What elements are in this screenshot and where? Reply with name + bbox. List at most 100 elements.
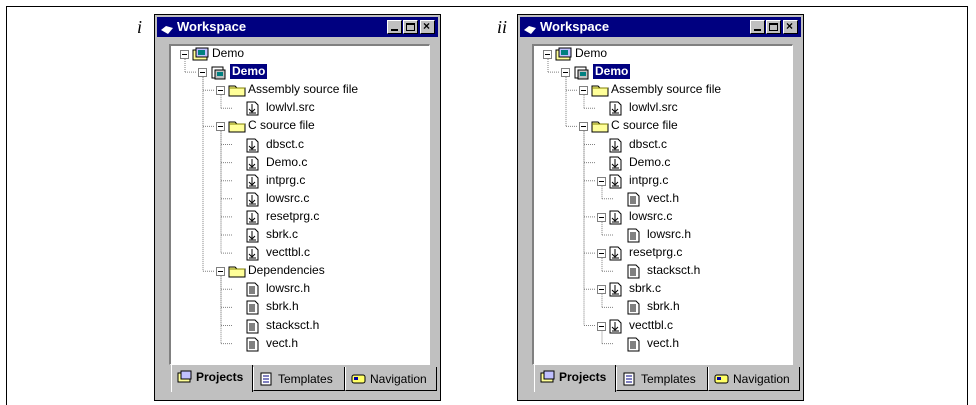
srcfile-icon — [609, 156, 623, 176]
navigation-tab-icon — [714, 371, 730, 393]
project-tree[interactable]: Demo Demo Assembly source file lowlvl.src C … — [532, 44, 793, 365]
title-bar[interactable]: Workspace × — [157, 17, 438, 37]
srcfile-icon — [246, 138, 260, 158]
collapse-toggle[interactable] — [597, 176, 606, 186]
close-icon: × — [786, 19, 794, 33]
tree-item-label[interactable]: Assembly source file — [611, 82, 721, 97]
tree-item-label[interactable]: Demo.c — [266, 155, 307, 170]
collapse-toggle[interactable] — [597, 321, 606, 331]
tab-navigation[interactable]: Navigation — [345, 367, 437, 391]
tab-label: Templates — [641, 372, 696, 386]
tab-projects[interactable]: Projects — [171, 365, 253, 392]
project-icon — [210, 65, 228, 85]
tree-item-label[interactable]: intprg.c — [629, 173, 668, 188]
project-icon — [573, 65, 591, 85]
collapse-toggle[interactable] — [180, 50, 189, 59]
title-bar[interactable]: Workspace × — [520, 17, 801, 37]
workspace-icon — [161, 22, 173, 34]
close-button[interactable]: × — [783, 19, 798, 34]
collapse-toggle[interactable] — [216, 122, 225, 132]
minimize-icon — [391, 29, 398, 31]
tab-projects[interactable]: Projects — [534, 365, 616, 392]
tree-item-label[interactable]: vect.h — [647, 336, 679, 351]
tree-item-label[interactable]: C source file — [248, 118, 315, 133]
tree-item-label[interactable]: Demo — [593, 64, 631, 80]
close-button[interactable]: × — [420, 19, 435, 34]
maximize-icon — [406, 23, 415, 31]
tree-item-label[interactable]: dbsct.c — [266, 137, 304, 152]
folder-icon — [228, 119, 246, 138]
collapse-toggle[interactable] — [216, 267, 225, 277]
collapse-toggle[interactable] — [216, 86, 225, 96]
hfile-icon — [627, 337, 641, 357]
tree-item-label[interactable]: intprg.c — [266, 173, 305, 188]
srcfile-icon — [246, 156, 260, 176]
tab-templates[interactable]: Templates — [253, 367, 345, 391]
tree-item-label[interactable]: Demo.c — [629, 155, 670, 170]
tree-item-label[interactable]: resetprg.c — [629, 245, 682, 260]
srcfile-icon — [609, 282, 623, 302]
tab-label: Projects — [196, 370, 244, 384]
templates-tab-icon — [259, 371, 275, 393]
hfile-icon — [246, 300, 260, 320]
tree-item-label[interactable]: Demo — [230, 64, 268, 80]
minimize-button[interactable] — [750, 20, 765, 34]
tab-strip: Projects Templates Navigation — [169, 365, 437, 395]
tab-navigation[interactable]: Navigation — [708, 367, 800, 391]
collapse-toggle[interactable] — [198, 68, 207, 78]
collapse-toggle[interactable] — [597, 285, 606, 295]
tab-strip: Projects Templates Navigation — [532, 365, 800, 395]
tab-templates[interactable]: Templates — [616, 367, 708, 391]
tree-item-label[interactable]: resetprg.c — [266, 209, 319, 224]
maximize-icon — [769, 23, 778, 31]
tree-item-label[interactable]: sbrk.h — [647, 299, 680, 314]
close-icon: × — [423, 19, 431, 33]
collapse-toggle[interactable] — [597, 212, 606, 222]
srcfile-icon — [609, 138, 623, 158]
srcfile-icon — [246, 192, 260, 212]
tree-item-label[interactable]: dbsct.c — [629, 137, 667, 152]
tree-item-label[interactable]: lowlvl.src — [629, 100, 678, 115]
collapse-toggle[interactable] — [597, 249, 606, 259]
collapse-toggle[interactable] — [543, 50, 552, 59]
tree-item-label[interactable]: vecttbl.c — [629, 318, 673, 333]
tab-label: Navigation — [733, 372, 790, 386]
tree-item-label[interactable]: lowsrc.h — [647, 227, 691, 242]
tree-item-label[interactable]: stacksct.h — [647, 263, 700, 278]
workspace-window: Workspace × Demo Demo Assembly source file lo… — [517, 14, 804, 401]
tree-item-label[interactable]: lowsrc.h — [266, 281, 310, 296]
project-tree[interactable]: Demo Demo Assembly source file lowlvl.src C … — [169, 44, 430, 365]
tree-item-label[interactable]: Assembly source file — [248, 82, 358, 97]
srcfile-icon — [246, 228, 260, 248]
tree-item-label[interactable]: sbrk.c — [266, 227, 298, 242]
tree-item-label[interactable]: C source file — [611, 118, 678, 133]
collapse-toggle[interactable] — [579, 122, 588, 132]
tree-item-label[interactable]: lowsrc.c — [266, 191, 309, 206]
srcfile-icon — [609, 319, 623, 339]
tree-item-label[interactable]: Demo — [575, 46, 607, 61]
tree-item-label[interactable]: vect.h — [266, 336, 298, 351]
collapse-toggle[interactable] — [579, 86, 588, 96]
tree-item-label[interactable]: sbrk.h — [266, 299, 299, 314]
srcfile-icon — [609, 210, 623, 230]
tree-item-label[interactable]: sbrk.c — [629, 281, 661, 296]
tab-label: Navigation — [370, 372, 427, 386]
tree-item-label[interactable]: lowsrc.c — [629, 209, 672, 224]
tree-item-label[interactable]: stacksct.h — [266, 318, 319, 333]
maximize-button[interactable] — [403, 20, 418, 34]
maximize-button[interactable] — [766, 20, 781, 34]
tree-item-label[interactable]: vecttbl.c — [266, 245, 310, 260]
tree-item-label[interactable]: vect.h — [647, 191, 679, 206]
minimize-button[interactable] — [387, 20, 402, 34]
folder-icon — [591, 83, 609, 102]
window-title: Workspace — [540, 19, 610, 34]
navigation-tab-icon — [351, 371, 367, 393]
srcfile-icon — [246, 174, 260, 194]
folder-icon — [591, 119, 609, 138]
tree-item-label[interactable]: Dependencies — [248, 263, 325, 278]
workspace-icon — [555, 47, 573, 67]
tree-item-label[interactable]: Demo — [212, 46, 244, 61]
collapse-toggle[interactable] — [561, 68, 570, 78]
panel-label: ii — [497, 17, 508, 37]
tree-item-label[interactable]: lowlvl.src — [266, 100, 315, 115]
